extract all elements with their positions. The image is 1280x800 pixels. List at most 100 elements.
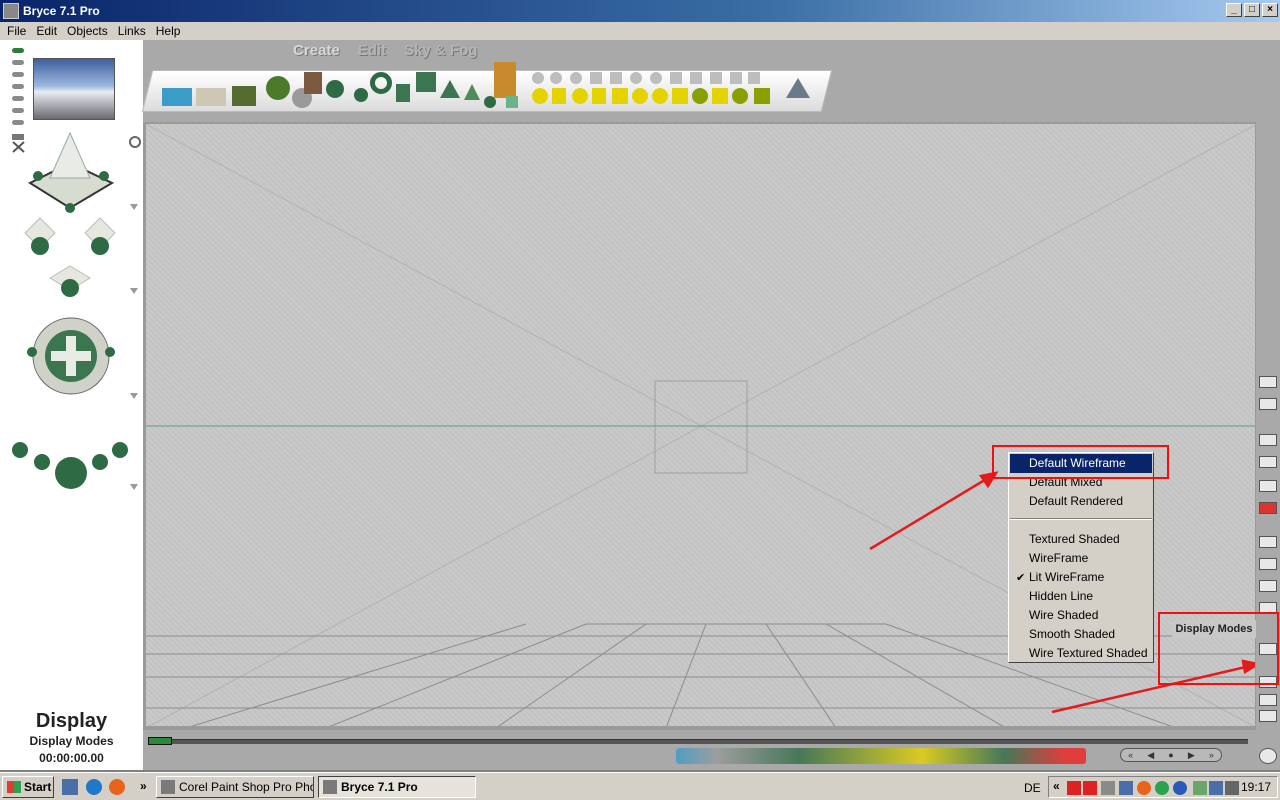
network-icon[interactable] — [1173, 781, 1187, 795]
start-button[interactable]: Start — [2, 776, 54, 798]
view-top-icon[interactable] — [1259, 434, 1277, 446]
selection-palette[interactable] — [676, 748, 1086, 764]
menu-help[interactable]: Help — [151, 24, 186, 38]
symmetric-lattice-icon[interactable] — [304, 72, 322, 94]
rewind-button[interactable]: « — [1128, 750, 1133, 760]
human-figure-icon[interactable] — [494, 62, 516, 98]
primitive-light-icon[interactable] — [572, 88, 588, 104]
primitive-light-icon[interactable] — [632, 88, 648, 104]
cylinder-icon[interactable] — [396, 84, 410, 102]
view-button[interactable] — [12, 60, 24, 65]
light-icon[interactable] — [590, 72, 602, 84]
cube-icon[interactable] — [416, 72, 436, 92]
trackball-icon[interactable] — [32, 317, 110, 395]
director-icon[interactable] — [12, 134, 25, 153]
chevron-down-icon[interactable] — [130, 204, 138, 210]
view-button[interactable] — [12, 108, 24, 113]
globe-icon[interactable] — [1259, 748, 1277, 764]
nano-preview[interactable] — [33, 58, 115, 120]
menu-item-wireframe[interactable]: WireFrame — [1010, 549, 1152, 568]
ati-icon[interactable] — [1067, 781, 1081, 795]
light-icon[interactable] — [748, 72, 760, 84]
tray-app-icon[interactable] — [1193, 781, 1207, 795]
tray-expand-icon[interactable]: « — [1053, 779, 1060, 793]
language-indicator[interactable]: DE — [1024, 781, 1041, 795]
trackball-view-icon[interactable] — [27, 131, 115, 213]
ati-icon[interactable] — [1083, 781, 1097, 795]
menu-item-smooth-shaded[interactable]: Smooth Shaded — [1010, 625, 1152, 644]
light-icon[interactable] — [670, 72, 682, 84]
menu-item-hidden-line[interactable]: Hidden Line — [1010, 587, 1152, 606]
tab-create[interactable]: Create — [293, 42, 340, 59]
chevron-down-icon[interactable] — [130, 393, 138, 399]
view-button[interactable] — [12, 84, 24, 89]
zoom-out-icon[interactable] — [1259, 694, 1277, 706]
clock[interactable]: 19:17 — [1241, 780, 1271, 794]
menu-item-lit-wireframe[interactable]: ✔ Lit WireFrame — [1010, 568, 1152, 587]
menu-links[interactable]: Links — [113, 24, 151, 38]
tray-app-icon[interactable] — [1101, 781, 1115, 795]
menu-item-wire-textured-shaded[interactable]: Wire Textured Shaded — [1010, 644, 1152, 663]
tree-icon[interactable] — [266, 76, 290, 100]
bryce-app-icon[interactable] — [3, 3, 19, 19]
view-button[interactable] — [12, 120, 24, 125]
primitive-light-icon[interactable] — [652, 88, 668, 104]
primitive-light-icon[interactable] — [732, 88, 748, 104]
primitive-light-icon[interactable] — [592, 88, 606, 104]
landscape-icon[interactable] — [1259, 558, 1277, 570]
step-back-button[interactable]: ◀ — [1147, 750, 1154, 761]
bar-icon[interactable] — [1259, 580, 1277, 592]
tray-app-icon[interactable] — [1137, 781, 1151, 795]
primitive-light-icon[interactable] — [612, 88, 628, 104]
menu-item-wire-shaded[interactable]: Wire Shaded — [1010, 606, 1152, 625]
light-icon[interactable] — [532, 72, 544, 84]
quicklaunch-chevron-icon[interactable]: » — [140, 779, 147, 793]
firefox-icon[interactable] — [109, 779, 125, 795]
camera-icon[interactable] — [786, 78, 810, 98]
light-icon[interactable] — [650, 72, 662, 84]
tray-app-icon[interactable] — [1155, 781, 1169, 795]
primitive-light-icon[interactable] — [532, 88, 548, 104]
close-button[interactable]: × — [1262, 3, 1278, 17]
tray-app-icon[interactable] — [1209, 781, 1223, 795]
radio-icon[interactable] — [129, 136, 141, 148]
pyramid-icon[interactable] — [440, 80, 460, 98]
monitor-icon[interactable] — [1119, 781, 1133, 795]
volume-icon[interactable] — [1225, 781, 1239, 795]
torus-icon[interactable] — [370, 72, 392, 94]
light-icon[interactable] — [690, 72, 702, 84]
metaball-icon[interactable] — [326, 80, 344, 98]
cone-icon[interactable] — [464, 84, 480, 100]
task-paint-shop-pro[interactable]: Corel Paint Shop Pro Pho... — [156, 776, 314, 798]
tab-sky-fog[interactable]: Sky & Fog — [404, 42, 477, 59]
eraser-icon[interactable] — [1259, 398, 1277, 410]
light-icon[interactable] — [710, 72, 722, 84]
view-side-icon[interactable] — [1259, 456, 1277, 468]
maximize-button[interactable]: □ — [1244, 3, 1260, 17]
menu-objects[interactable]: Objects — [62, 24, 113, 38]
chevron-down-icon[interactable] — [130, 484, 138, 490]
view-button[interactable] — [12, 96, 24, 101]
primitive-light-icon[interactable] — [672, 88, 688, 104]
fast-forward-button[interactable]: » — [1209, 750, 1214, 760]
tab-edit[interactable]: Edit — [358, 42, 386, 59]
primitive-light-icon[interactable] — [692, 88, 708, 104]
light-icon[interactable] — [610, 72, 622, 84]
ground-plane-icon[interactable] — [196, 88, 226, 106]
record-button[interactable]: ● — [1168, 750, 1173, 760]
sphere-icon[interactable] — [354, 88, 368, 102]
menu-item-textured-shaded[interactable]: Textured Shaded — [1010, 530, 1152, 549]
hand-pan-icon[interactable] — [1259, 710, 1277, 722]
light-icon[interactable] — [550, 72, 562, 84]
lines-icon[interactable] — [1259, 536, 1277, 548]
view-button[interactable] — [12, 48, 24, 53]
play-button[interactable]: ▶ — [1188, 750, 1195, 761]
view-front-icon[interactable] — [1259, 480, 1277, 492]
camera-cross-control-icon[interactable] — [24, 217, 116, 297]
light-icon[interactable] — [630, 72, 642, 84]
water-plane-icon[interactable] — [162, 88, 192, 106]
show-desktop-icon[interactable] — [62, 779, 78, 795]
light-icon[interactable] — [570, 72, 582, 84]
primitive-light-icon[interactable] — [754, 88, 770, 104]
minimize-button[interactable]: _ — [1226, 3, 1242, 17]
